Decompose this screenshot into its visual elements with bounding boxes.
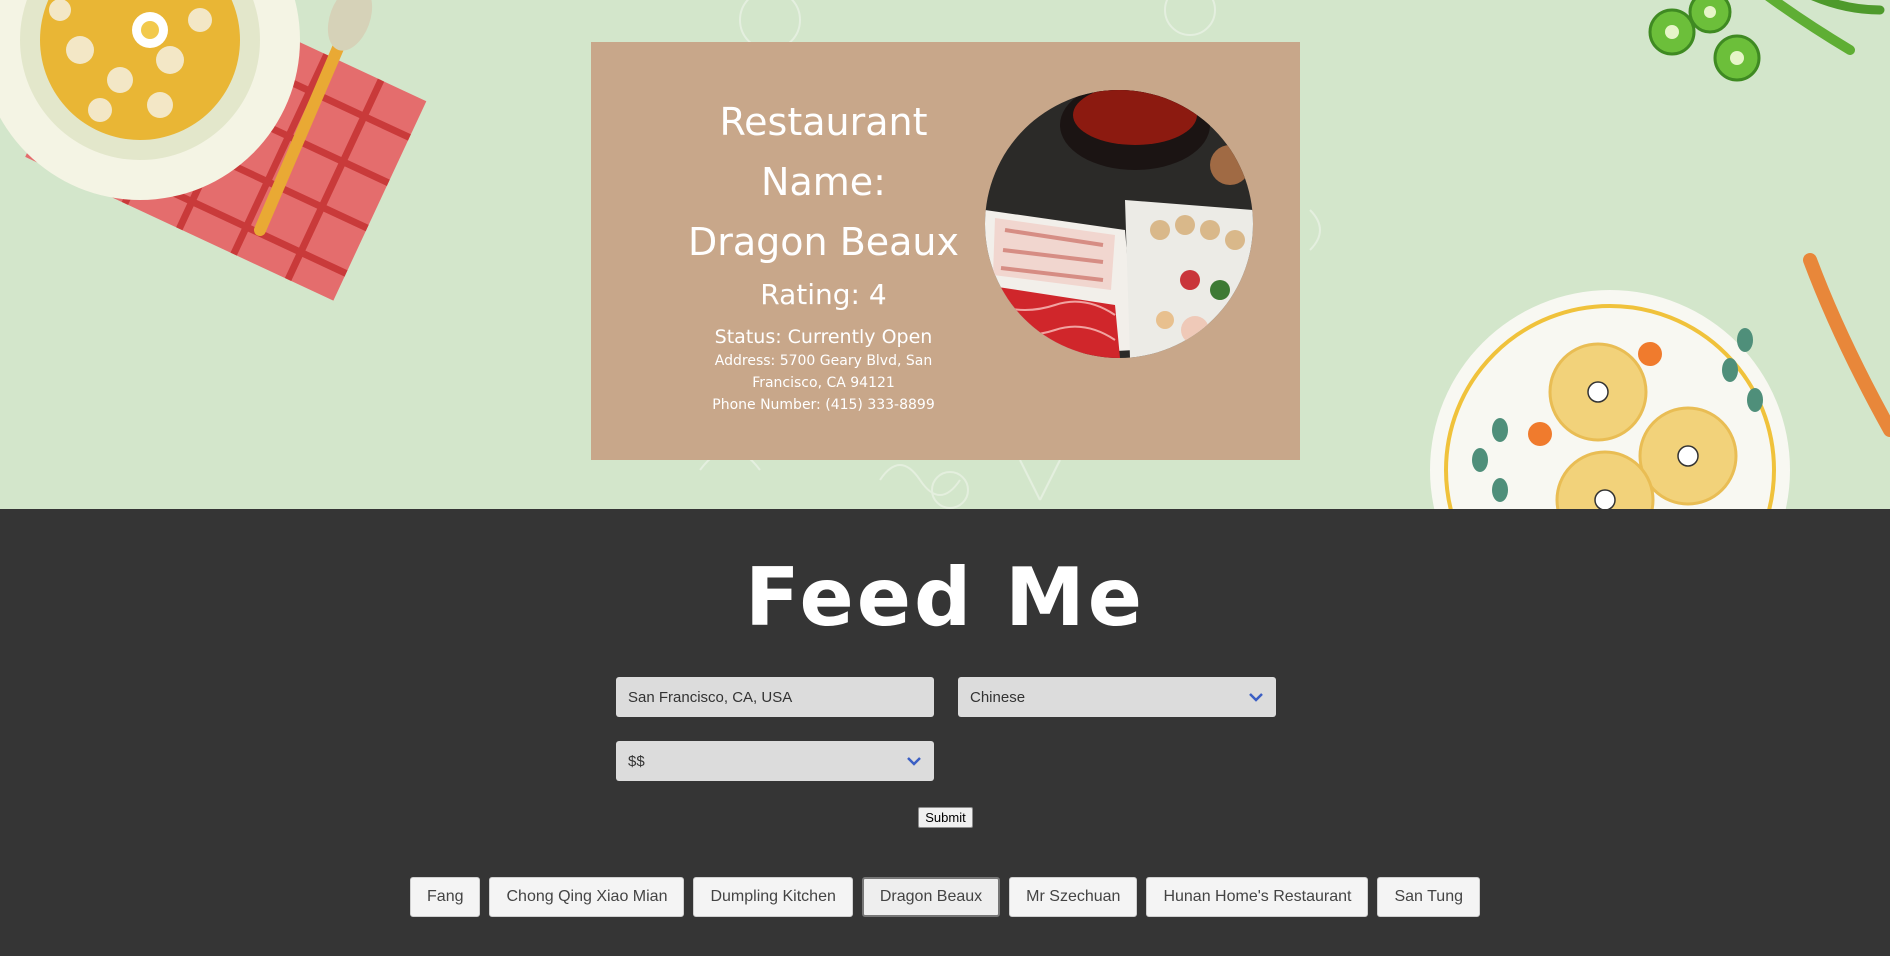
restaurant-chip-mr-szechuan[interactable]: Mr Szechuan — [1009, 877, 1138, 917]
price-select[interactable]: $$ — [616, 741, 934, 781]
restaurant-card: Restaurant Name: Dragon Beaux Rating: 4 … — [591, 42, 1300, 460]
restaurant-results: Fang Chong Qing Xiao Mian Dumpling Kitch… — [0, 877, 1890, 917]
cuisine-select[interactable]: Chinese — [958, 677, 1276, 717]
restaurant-info: Restaurant Name: Dragon Beaux Rating: 4 … — [686, 92, 961, 416]
restaurant-status: Status: Currently Open — [714, 326, 933, 348]
soup-bowl-illustration — [0, 0, 427, 301]
restaurant-phone: Phone Number: (415) 333-8899 — [712, 397, 935, 413]
restaurant-name: Restaurant Name: Dragon Beaux — [687, 100, 959, 264]
restaurant-address: Address: 5700 Geary Blvd, San Francisco,… — [714, 353, 933, 391]
restaurant-chip-dumpling-kitchen[interactable]: Dumpling Kitchen — [693, 877, 853, 917]
chevron-down-icon — [907, 757, 921, 766]
restaurant-chip-hunan-homes-restaurant[interactable]: Hunan Home's Restaurant — [1146, 877, 1369, 917]
okra-illustration — [1648, 0, 1885, 82]
donut-plate-illustration — [1430, 253, 1890, 509]
chevron-down-icon — [1249, 693, 1263, 702]
location-input[interactable]: San Francisco, CA, USA — [616, 677, 934, 717]
restaurant-chip-fang[interactable]: Fang — [410, 877, 481, 917]
hero-banner: Restaurant Name: Dragon Beaux Rating: 4 … — [0, 0, 1890, 509]
restaurant-food-photo — [985, 90, 1253, 358]
cuisine-select-value: Chinese — [970, 688, 1026, 706]
location-input-value: San Francisco, CA, USA — [628, 688, 793, 706]
submit-button[interactable]: Submit — [918, 807, 973, 828]
price-select-value: $$ — [628, 752, 645, 770]
app-title: Feed Me — [745, 551, 1145, 644]
restaurant-chip-chong-qing-xiao-mian[interactable]: Chong Qing Xiao Mian — [489, 877, 685, 917]
restaurant-rating: Rating: 4 — [760, 278, 887, 311]
restaurant-chip-san-tung[interactable]: San Tung — [1377, 877, 1480, 917]
restaurant-chip-dragon-beaux[interactable]: Dragon Beaux — [861, 877, 1001, 917]
